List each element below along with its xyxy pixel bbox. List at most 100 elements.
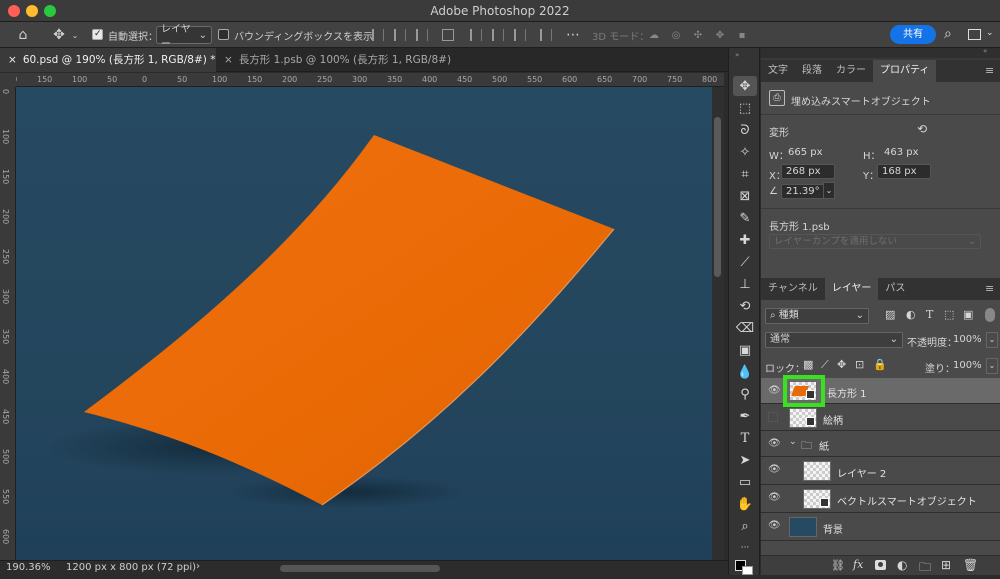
type-tool-icon[interactable]: T <box>733 428 757 448</box>
eraser-tool-icon[interactable]: ⌫ <box>733 318 757 338</box>
healing-tool-icon[interactable]: ✚ <box>733 230 757 250</box>
lock-artboard-icon[interactable]: ⊡ <box>855 358 864 371</box>
vertical-scrollbar[interactable] <box>712 87 724 560</box>
y-field[interactable]: 168 px <box>877 164 931 179</box>
blur-tool-icon[interactable]: 💧 <box>733 362 757 382</box>
lock-pixels-icon[interactable]: ⟋ <box>821 358 829 372</box>
height-field[interactable]: 463 px <box>879 145 943 160</box>
mask-icon[interactable] <box>875 560 886 570</box>
align-bottom-icon[interactable] <box>514 29 526 41</box>
background-color-swatch[interactable] <box>742 566 753 575</box>
layer-row-group[interactable]: 👁 ⌄ 🗀 紙 <box>761 431 1000 457</box>
gradient-tool-icon[interactable]: ▣ <box>733 340 757 360</box>
layer-row[interactable]: 👁 ベクトルスマートオブジェクト <box>761 485 1000 513</box>
fx-icon[interactable]: fx <box>853 558 863 571</box>
blend-mode-select[interactable]: 通常 ⌄ <box>765 332 903 348</box>
angle-field[interactable]: 21.39° <box>781 184 829 199</box>
close-tab-icon[interactable]: × <box>224 54 233 66</box>
distribute-icon[interactable] <box>442 29 454 41</box>
hand-tool-icon[interactable]: ✋ <box>733 494 757 514</box>
auto-select-target-select[interactable]: レイヤー ⌄ <box>156 24 212 50</box>
opacity-value[interactable]: 100% <box>953 334 982 345</box>
layer-filter-select[interactable]: ⌕ 種類 ⌄ <box>765 308 869 324</box>
layer-row[interactable]: 👁 レイヤー 2 <box>761 457 1000 485</box>
link-icon[interactable]: ⛓ <box>831 559 845 572</box>
marquee-tool-icon[interactable]: ⬚ <box>733 98 757 118</box>
brush-tool-icon[interactable]: ⟋ <box>733 252 757 272</box>
bounding-box-checkbox[interactable] <box>218 29 229 40</box>
tab-channels[interactable]: チャンネル <box>761 278 825 300</box>
3d-slide-icon[interactable]: ✥ <box>712 26 728 44</box>
filter-shape-icon[interactable]: ⬚ <box>944 308 954 321</box>
pen-tool-icon[interactable]: ✒ <box>733 406 757 426</box>
align-middle-icon[interactable] <box>492 29 504 41</box>
filter-toggle[interactable] <box>985 308 995 322</box>
horizontal-scrollbar-thumb[interactable] <box>280 565 440 572</box>
tab-layers[interactable]: レイヤー <box>824 278 879 300</box>
chevron-down-icon[interactable]: ⌄ <box>823 182 835 199</box>
crop-tool-icon[interactable]: ⌗ <box>733 164 757 184</box>
align-left-icon[interactable] <box>372 29 384 41</box>
filter-smart-object-icon[interactable]: ▣ <box>963 308 973 321</box>
eyedropper-tool-icon[interactable]: ✎ <box>733 208 757 228</box>
fill-value[interactable]: 100% <box>953 360 982 371</box>
chevron-down-icon[interactable]: ⌄ <box>789 437 797 447</box>
eye-icon[interactable]: 👁 <box>768 493 781 503</box>
align-right-icon[interactable] <box>416 29 428 41</box>
close-tab-icon[interactable]: × <box>8 54 17 66</box>
tab-paths[interactable]: パス <box>878 278 912 300</box>
lasso-tool-icon[interactable]: ᘐ <box>733 120 757 140</box>
move-tool-icon[interactable]: ✥ <box>48 26 70 44</box>
chevron-down-icon[interactable]: ⌄ <box>986 332 998 348</box>
path-selection-tool-icon[interactable]: ➤ <box>733 450 757 470</box>
align-center-icon[interactable] <box>394 29 406 41</box>
workspace-chevron-icon[interactable]: ⌄ <box>986 28 994 38</box>
doc-tab[interactable]: × 長方形 1.psb @ 100% (長方形 1, RGB/8#) <box>216 48 456 72</box>
more-tools-icon[interactable]: ··· <box>733 538 757 558</box>
3d-scale-icon[interactable]: ▪ <box>734 26 750 44</box>
lock-all-icon[interactable]: 🔒 <box>873 358 887 371</box>
magic-wand-tool-icon[interactable]: ✧ <box>733 142 757 162</box>
tab-character[interactable]: 文字 <box>761 60 795 82</box>
panel-menu-icon[interactable]: ≡ <box>985 64 994 77</box>
trash-icon[interactable]: 🗑 <box>963 558 978 572</box>
distribute-vertical-icon[interactable] <box>540 29 552 41</box>
adjustment-icon[interactable]: ◐ <box>897 558 907 572</box>
align-top-icon[interactable] <box>470 29 482 41</box>
collapse-icon[interactable]: « <box>983 47 987 55</box>
history-brush-tool-icon[interactable]: ⟲ <box>733 296 757 316</box>
stamp-tool-icon[interactable]: ⊥ <box>733 274 757 294</box>
eye-icon[interactable]: 👁 <box>768 521 781 531</box>
lock-transparency-icon[interactable]: ▩ <box>803 358 813 371</box>
folder-icon[interactable]: 🗀 <box>919 558 931 579</box>
document-canvas[interactable] <box>16 87 712 560</box>
zoom-level[interactable]: 190.36% <box>6 562 51 573</box>
3d-orbit-icon[interactable]: ☁ <box>646 26 662 44</box>
more-icon[interactable]: ⋯ <box>566 26 580 44</box>
home-icon[interactable]: ⌂ <box>12 26 34 44</box>
layer-row[interactable]: 絵柄 <box>761 405 1000 431</box>
collapse-icon[interactable]: » <box>735 51 739 59</box>
panel-menu-icon[interactable]: ≡ <box>985 282 994 295</box>
layer-row-selected[interactable]: 👁 長方形 1 <box>761 375 1000 407</box>
share-button[interactable]: 共有 <box>890 25 936 44</box>
eye-icon[interactable]: 👁 <box>768 439 781 449</box>
x-field[interactable]: 268 px <box>781 164 835 179</box>
dodge-tool-icon[interactable]: ⚲ <box>733 384 757 404</box>
chevron-down-icon[interactable]: ⌄ <box>70 26 80 44</box>
tab-properties[interactable]: プロパティ <box>873 60 937 82</box>
move-tool-icon[interactable]: ✥ <box>733 76 757 96</box>
3d-roll-icon[interactable]: ◎ <box>668 26 684 44</box>
3d-pan-icon[interactable]: ✣ <box>690 26 706 44</box>
filter-pixel-icon[interactable]: ▨ <box>885 308 895 321</box>
scrollbar-thumb[interactable] <box>714 117 721 277</box>
filter-adjustment-icon[interactable]: ◐ <box>906 308 916 321</box>
filter-type-icon[interactable]: T <box>926 308 933 321</box>
tab-paragraph[interactable]: 段落 <box>795 60 829 82</box>
frame-tool-icon[interactable]: ⊠ <box>733 186 757 206</box>
layer-comp-select[interactable]: レイヤーカンプを適用しない ⌄ <box>769 234 981 249</box>
layer-row[interactable]: 👁 背景 <box>761 513 1000 541</box>
search-icon[interactable]: ⌕ <box>944 26 952 42</box>
tab-color[interactable]: カラー <box>829 60 873 82</box>
reset-transform-icon[interactable]: ⟲ <box>917 122 927 136</box>
